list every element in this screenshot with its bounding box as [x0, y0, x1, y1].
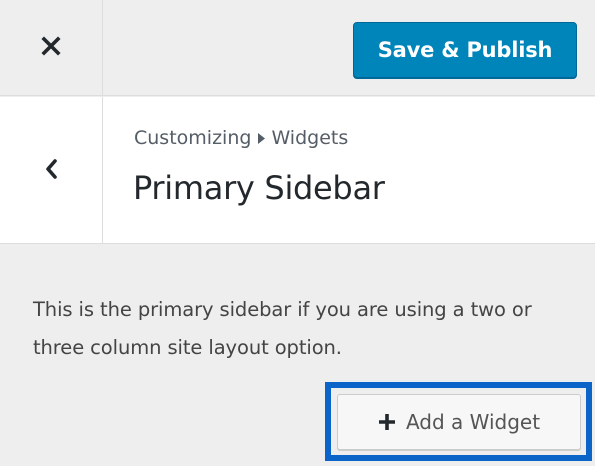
arrow-right-icon — [258, 127, 266, 149]
breadcrumb-current: Widgets — [271, 127, 349, 149]
customizer-panel: Save & Publish Customizing Widgets Prima… — [0, 0, 595, 466]
back-button[interactable] — [0, 97, 103, 244]
add-widget-label: Add a Widget — [405, 410, 541, 434]
section-header: Customizing Widgets Primary Sidebar — [0, 97, 595, 244]
customizer-header: Save & Publish — [0, 0, 595, 96]
close-icon — [41, 36, 61, 60]
section-description: This is the primary sidebar if you are u… — [33, 298, 532, 359]
close-button[interactable] — [0, 0, 103, 96]
plus-icon — [378, 413, 396, 431]
save-publish-button[interactable]: Save & Publish — [353, 22, 577, 78]
breadcrumb-parent: Customizing — [134, 127, 252, 149]
breadcrumb: Customizing Widgets — [134, 127, 348, 149]
page-title: Primary Sidebar — [133, 169, 385, 207]
chevron-left-icon — [43, 157, 59, 185]
add-widget-button[interactable]: Add a Widget — [337, 394, 581, 450]
